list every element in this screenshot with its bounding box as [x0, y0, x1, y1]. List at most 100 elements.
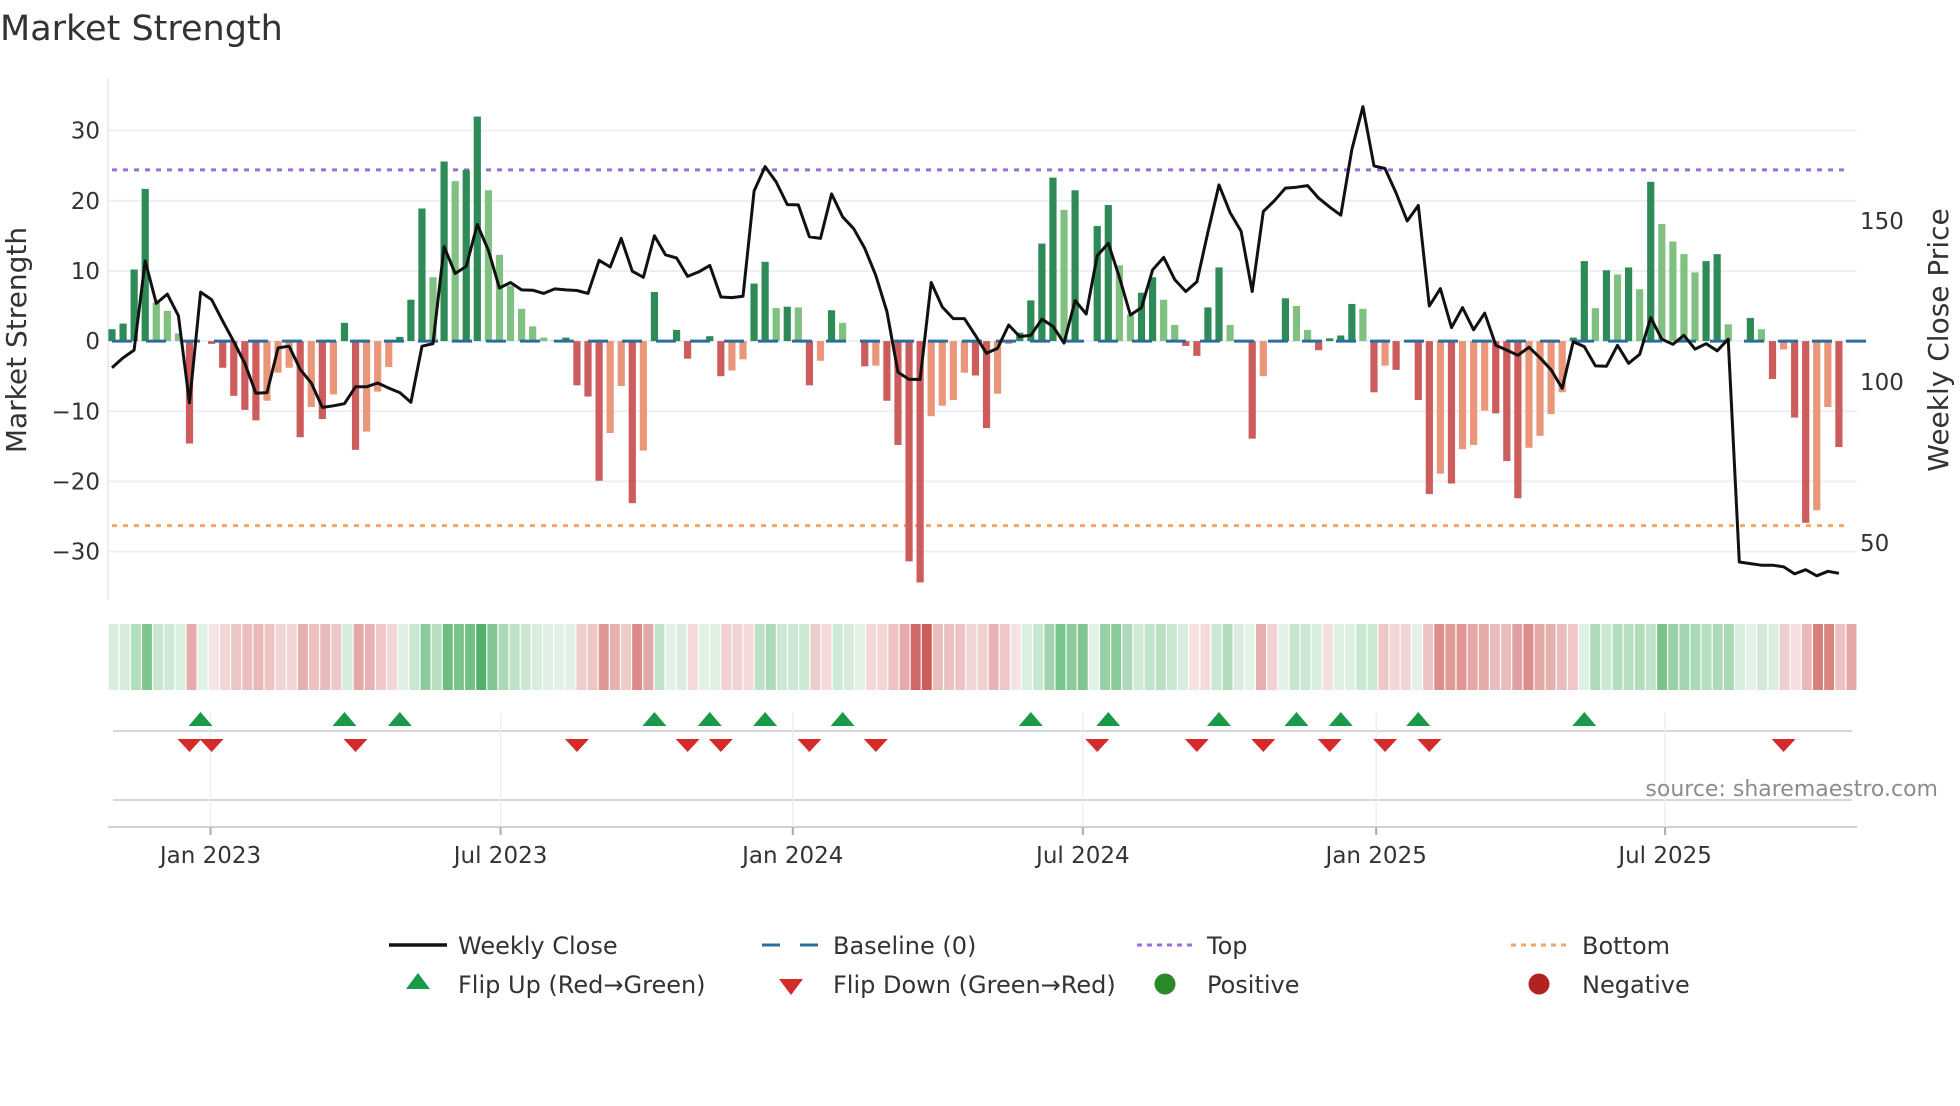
flip-up-marker [1406, 712, 1431, 726]
flip-down-marker [1085, 739, 1110, 752]
positive-bar [827, 310, 836, 342]
y2-tick-label: 100 [1860, 370, 1904, 396]
heatmap-cell [799, 624, 810, 690]
negative-bar [573, 341, 581, 386]
chart-title: Market Strength [0, 9, 283, 49]
heatmap-cell [1010, 624, 1021, 690]
flip-down-marker [863, 739, 888, 752]
heatmap-cell [220, 624, 230, 690]
positive-bar [517, 308, 526, 342]
legend-item: Bottom [1511, 932, 1670, 960]
positive-bar [839, 322, 847, 342]
heatmap-cell [1846, 624, 1857, 690]
heatmap-cell [944, 624, 955, 690]
heatmap-cell [1077, 624, 1088, 690]
legend-item: Flip Down (Green→Red) [779, 971, 1116, 999]
heatmap-cell [1512, 624, 1523, 690]
right-axis-title: Weekly Close Price [1922, 208, 1955, 471]
heatmap-cell [1790, 624, 1801, 690]
y-tick-label: −10 [51, 399, 100, 425]
negative-bar [816, 341, 825, 361]
negative-bar [949, 341, 957, 401]
heatmap-cell [743, 624, 754, 690]
heatmap-cell [1133, 624, 1144, 690]
heatmap-cell [721, 624, 732, 690]
heatmap-cell [409, 624, 420, 690]
negative-bar [1813, 341, 1821, 511]
heatmap-cell [888, 624, 899, 690]
heatmap-cell [387, 624, 398, 690]
heatmap-cell [1356, 624, 1367, 690]
heatmap-cell [1779, 624, 1790, 690]
heatmap-cell [331, 624, 342, 690]
positive-bar [529, 326, 537, 342]
heatmap-cell [754, 624, 765, 690]
legend-item: Positive [1154, 971, 1300, 999]
heatmap-cell [130, 624, 141, 690]
positive-bar [1160, 299, 1168, 342]
negative-bar [1248, 341, 1256, 439]
positive-bar [484, 190, 492, 342]
negative-bar [1436, 341, 1444, 474]
negative-bar [307, 341, 315, 408]
heatmap-cell [1300, 624, 1311, 690]
positive-bar [108, 329, 116, 342]
heatmap-cell [1345, 624, 1356, 690]
negative-bar [1470, 341, 1478, 445]
negative-bar [1392, 341, 1400, 370]
y-tick-label: 30 [71, 119, 100, 145]
positive-bar [540, 337, 548, 342]
positive-bar [1071, 190, 1079, 342]
legend-item: Baseline (0) [762, 932, 976, 960]
heatmap-cell [164, 624, 175, 690]
negative-bar [938, 341, 946, 406]
heatmap-cell [1189, 624, 1200, 690]
heatmap-cell [932, 624, 943, 690]
x-tick-label: Jan 2023 [158, 843, 261, 869]
negative-bar [1193, 341, 1201, 356]
heatmap-cell [1211, 624, 1222, 690]
positive-bar [761, 261, 769, 342]
positive-bar [1613, 274, 1622, 342]
negative-bar [717, 341, 725, 377]
heatmap-cell [877, 624, 888, 690]
heatmap-cell [665, 624, 676, 690]
heatmap-cell [1100, 624, 1111, 690]
heatmap-cell [1022, 624, 1033, 690]
negative-bar [960, 341, 968, 373]
positive-bar [1713, 254, 1721, 342]
flip-up-marker [1096, 712, 1121, 726]
heatmap-cell [687, 624, 698, 690]
heatmap-cell [476, 624, 487, 690]
legend: Weekly Close Baseline (0) Top Bottom Flip Up… [389, 932, 1690, 999]
flip-down-marker [708, 739, 733, 752]
heatmap-cell [1378, 624, 1389, 690]
flip-up-marker [1284, 712, 1309, 726]
heatmap-cell [1601, 624, 1612, 690]
heatmap-cell [175, 624, 186, 690]
heatmap-cell [554, 624, 565, 690]
negative-bar [739, 341, 747, 360]
heatmap-cell [1701, 624, 1712, 690]
heatmap-cell [1423, 624, 1434, 690]
heatmap-cell [854, 624, 865, 690]
heatmap-cell [498, 624, 509, 690]
heatmap-cell [643, 624, 654, 690]
heatmap-cell [142, 624, 152, 690]
flip-up-marker [1328, 712, 1353, 726]
heatmap-cell [1289, 624, 1300, 690]
positive-bar [1746, 317, 1754, 342]
heatmap-cell [1679, 624, 1690, 690]
heatmap-cell [1111, 624, 1122, 690]
flip-marker-panel [108, 713, 1857, 828]
negative-bar [628, 341, 636, 504]
heatmap-cell [676, 624, 687, 690]
heatmap-cell [1712, 624, 1723, 690]
heatmap-cell [966, 624, 977, 690]
threshold-lines [112, 168, 1850, 528]
y-tick-label: 20 [71, 189, 100, 215]
negative-bar [252, 341, 260, 421]
positive-bar [1348, 303, 1356, 342]
positive-bar [1060, 209, 1068, 342]
heatmap-cell [286, 624, 297, 690]
